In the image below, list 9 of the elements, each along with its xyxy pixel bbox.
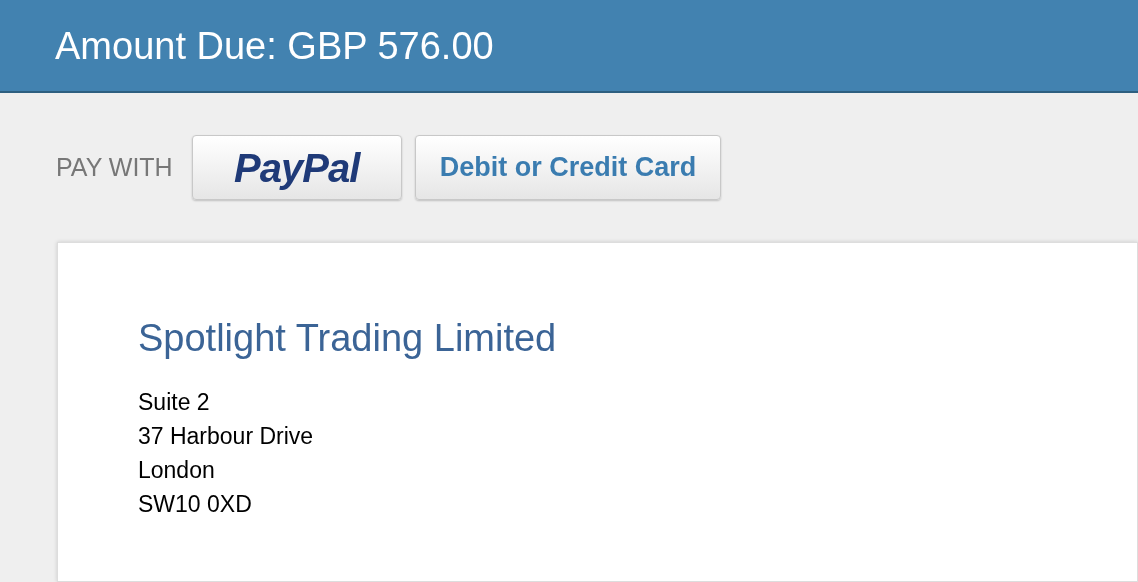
- pay-with-label: PAY WITH: [56, 151, 173, 183]
- address-line: 37 Harbour Drive: [138, 422, 315, 451]
- card-button[interactable]: Debit or Credit Card: [414, 135, 722, 200]
- address-line: London: [138, 456, 216, 485]
- amount-due-title: Amount Due: GBP 576.00: [55, 26, 494, 65]
- address-line: Suite 2: [138, 388, 211, 417]
- merchant-name: Spotlight Trading Limited: [138, 319, 558, 357]
- address-line: SW10 0XD: [138, 490, 253, 519]
- paypal-button[interactable]: PayPal: [191, 135, 402, 200]
